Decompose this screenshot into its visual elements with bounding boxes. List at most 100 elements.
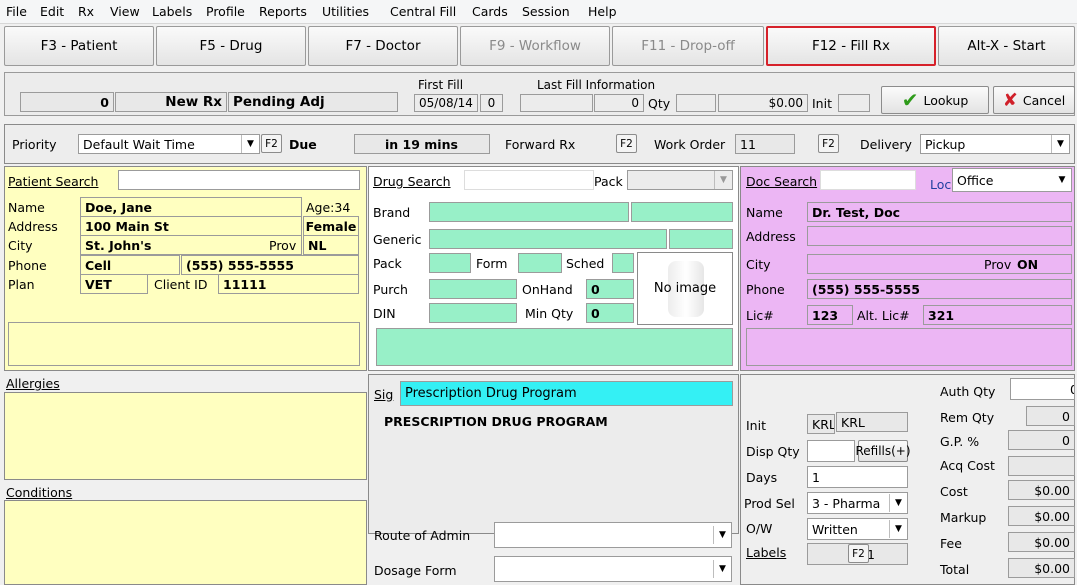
onhand-value: 0	[586, 279, 634, 299]
ow-value: Written	[812, 521, 858, 537]
patient-notes	[8, 322, 360, 366]
route-of-admin-select[interactable]: ▼	[494, 522, 732, 548]
total-label: Total	[940, 562, 970, 577]
din-label: DIN	[373, 306, 396, 321]
due-value: in 19 mins	[354, 134, 490, 154]
gp-value: 0	[1008, 430, 1075, 450]
drop-off-button[interactable]: F11 - Drop-off	[612, 26, 764, 66]
fill-init-1: KRL	[807, 414, 835, 434]
acq-cost-value	[1008, 456, 1075, 476]
menu-profile[interactable]: Profile	[206, 4, 245, 19]
patient-plan-label: Plan	[8, 277, 35, 292]
due-label: Due	[289, 137, 317, 152]
client-id: 11111	[218, 274, 359, 294]
generic-extra-field	[669, 229, 733, 249]
patient-city-label: City	[8, 238, 33, 253]
doctor-phone: (555) 555-5555	[807, 279, 1072, 299]
prod-sel-select[interactable]: 3 - Pharma ▼	[807, 492, 908, 514]
delivery-select[interactable]: Pickup ▼	[920, 134, 1070, 154]
drug-button[interactable]: F5 - Drug	[156, 26, 306, 66]
client-id-label: Client ID	[154, 277, 208, 292]
cost-value: $0.00	[1008, 480, 1075, 500]
doctor-prov-label: Prov	[984, 257, 1012, 272]
last-fill-amount: $0.00	[718, 94, 808, 112]
disp-qty-input[interactable]	[807, 440, 855, 462]
menu-session[interactable]: Session	[522, 4, 570, 19]
chevron-down-icon: ▼	[241, 135, 259, 153]
auth-qty-input[interactable]: 0	[1010, 378, 1075, 400]
doc-search-input[interactable]	[820, 170, 916, 190]
sig-translation: PRESCRIPTION DRUG PROGRAM	[384, 414, 608, 429]
sig-input[interactable]: Prescription Drug Program	[400, 381, 733, 406]
allergies-label: Allergies	[6, 376, 60, 391]
menu-central-fill[interactable]: Central Fill	[390, 4, 456, 19]
ow-select[interactable]: Written ▼	[807, 518, 908, 540]
menu-rx[interactable]: Rx	[78, 4, 94, 19]
auth-qty-label: Auth Qty	[940, 384, 996, 399]
chevron-down-icon: ▼	[713, 560, 731, 578]
chevron-down-icon: ▼	[889, 520, 907, 538]
fill-init-label: Init	[746, 418, 766, 433]
init-field	[838, 94, 870, 112]
chevron-down-icon: ▼	[714, 171, 732, 189]
check-icon: ✔	[901, 88, 919, 112]
refills-button[interactable]: Refills(+)	[855, 440, 911, 462]
work-order-value: 11	[735, 134, 795, 154]
markup-label: Markup	[940, 510, 987, 525]
drug-pack-select[interactable]: ▼	[627, 170, 733, 190]
menu-edit[interactable]: Edit	[40, 4, 64, 19]
patient-name-label: Name	[8, 200, 45, 215]
allergies-box[interactable]	[4, 392, 367, 480]
doctor-name-label: Name	[746, 205, 783, 220]
lic-value: 123	[807, 305, 853, 325]
forward-rx-f2-button[interactable]: F2	[616, 134, 637, 153]
menu-view[interactable]: View	[110, 4, 140, 19]
days-input[interactable]: 1	[807, 466, 908, 488]
work-order-f2-button[interactable]: F2	[818, 134, 839, 153]
conditions-box[interactable]	[4, 500, 367, 585]
menu-help[interactable]: Help	[588, 4, 617, 19]
adjudication-status: Pending Adj	[228, 92, 398, 112]
chevron-down-icon: ▼	[1051, 135, 1069, 153]
drug-pack-label: Pack	[594, 174, 623, 189]
lookup-button[interactable]: ✔ Lookup	[881, 86, 989, 114]
fill-rx-button[interactable]: F12 - Fill Rx	[766, 26, 936, 66]
patient-phone-type: Cell	[80, 255, 180, 275]
cancel-button[interactable]: ✘ Cancel	[993, 86, 1075, 114]
first-fill-date: 05/08/14	[414, 94, 478, 112]
menu-bar: File Edit Rx View Labels Profile Reports…	[0, 0, 1077, 24]
patient-address: 100 Main St	[80, 216, 302, 236]
drug-search-input[interactable]	[464, 170, 594, 190]
menu-utilities[interactable]: Utilities	[322, 4, 369, 19]
cost-label: Cost	[940, 484, 968, 499]
workflow-button[interactable]: F9 - Workflow	[460, 26, 610, 66]
menu-labels[interactable]: Labels	[152, 4, 192, 19]
dosage-form-select[interactable]: ▼	[494, 556, 732, 582]
menu-file[interactable]: File	[6, 4, 27, 19]
priority-select[interactable]: Default Wait Time ▼	[78, 134, 260, 154]
onhand-label: OnHand	[522, 282, 573, 297]
dosage-form-label: Dosage Form	[374, 563, 457, 578]
first-fill-count: 0	[480, 94, 503, 112]
patient-age: Age:34	[306, 200, 351, 215]
priority-value: Default Wait Time	[83, 136, 195, 152]
chevron-down-icon: ▼	[713, 526, 731, 544]
patient-search-label: Patient Search	[8, 174, 99, 189]
doctor-address-label: Address	[746, 229, 796, 244]
patient-button[interactable]: F3 - Patient	[4, 26, 154, 66]
gp-label: G.P. %	[940, 434, 980, 449]
patient-search-input[interactable]	[118, 170, 360, 190]
location-value: Office	[957, 172, 994, 188]
generic-label: Generic	[373, 232, 422, 247]
patient-name: Doe, Jane	[80, 197, 302, 217]
menu-reports[interactable]: Reports	[259, 4, 307, 19]
location-select[interactable]: Office ▼	[952, 168, 1072, 192]
labels-f2-button[interactable]: F2	[848, 544, 869, 563]
start-button[interactable]: Alt-X - Start	[938, 26, 1075, 66]
form-label: Form	[476, 256, 508, 271]
menu-cards[interactable]: Cards	[472, 4, 508, 19]
doctor-name: Dr. Test, Doc	[807, 202, 1072, 222]
doctor-button[interactable]: F7 - Doctor	[308, 26, 458, 66]
patient-address-label: Address	[8, 219, 58, 234]
priority-f2-button[interactable]: F2	[261, 134, 282, 153]
